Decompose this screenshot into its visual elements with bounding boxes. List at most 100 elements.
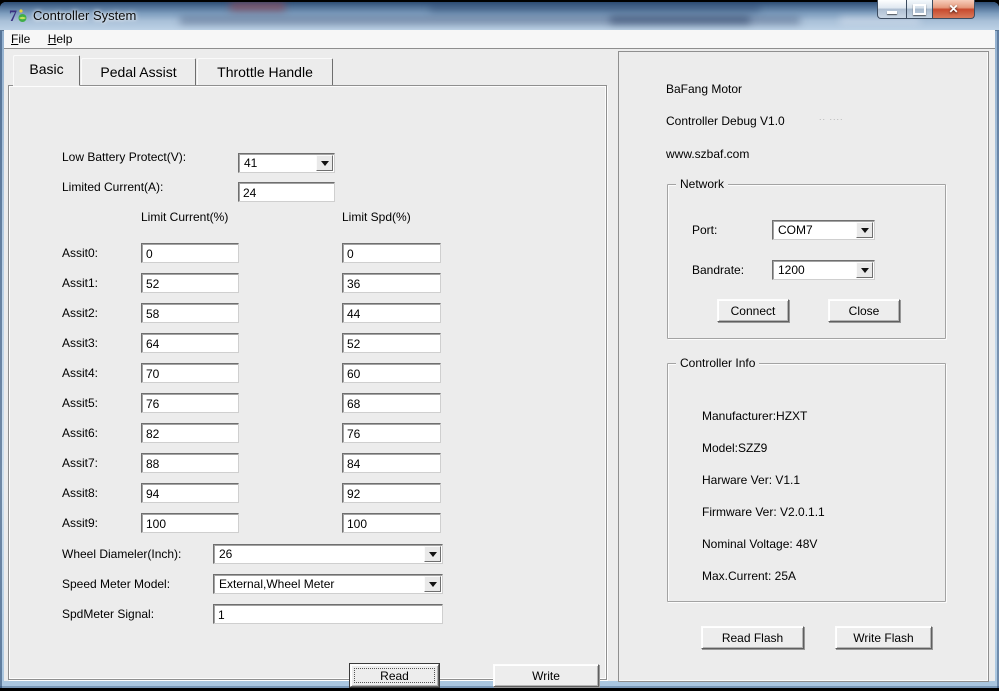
tab-pedal-assist[interactable]: Pedal Assist xyxy=(81,58,196,86)
assist-label: Assit5: xyxy=(62,396,99,410)
assist-row: Assit9: xyxy=(9,513,606,535)
assist-row: Assit7: xyxy=(9,453,606,475)
controller-info-group-title: Controller Info xyxy=(676,356,760,370)
assist7-current-input[interactable] xyxy=(141,453,239,473)
assist-label: Assit7: xyxy=(62,456,99,470)
assist6-current-input[interactable] xyxy=(141,423,239,443)
chevron-down-icon xyxy=(428,581,437,587)
assist-row: Assit5: xyxy=(9,393,606,415)
brand-line-debug-version: Controller Debug V1.0 xyxy=(666,114,785,128)
read-flash-button[interactable]: Read Flash xyxy=(701,626,804,649)
assist7-spd-input[interactable] xyxy=(342,453,441,473)
limit-spd-column-header: Limit Spd(%) xyxy=(342,210,411,224)
assist-row: Assit0: xyxy=(9,243,606,265)
bandrate-combobox[interactable]: 1200 xyxy=(772,260,875,280)
network-close-button[interactable]: Close xyxy=(828,299,900,322)
wheel-diameter-combobox[interactable]: 26 xyxy=(213,544,443,564)
low-battery-protect-combobox[interactable]: 41 xyxy=(238,153,335,173)
low-battery-protect-label: Low Battery Protect(V): xyxy=(62,150,187,164)
assist1-current-input[interactable] xyxy=(141,273,239,293)
controller-info-groupbox: Controller Info Manufacturer:HZXT Model:… xyxy=(667,356,946,602)
wheel-diameter-value: 26 xyxy=(219,547,233,561)
assist9-current-input[interactable] xyxy=(141,513,239,533)
assist-label: Assit4: xyxy=(62,366,99,380)
assist-label: Assit1: xyxy=(62,276,99,290)
port-value: COM7 xyxy=(778,223,813,237)
speed-meter-model-value: External,Wheel Meter xyxy=(219,577,335,591)
tab-basic[interactable]: Basic xyxy=(13,55,80,86)
assist6-spd-input[interactable] xyxy=(342,423,441,443)
assist-row: Assit1: xyxy=(9,273,606,295)
assist2-spd-input[interactable] xyxy=(342,303,441,323)
assist-row: Assit4: xyxy=(9,363,606,385)
limited-current-input[interactable] xyxy=(238,182,335,202)
assist0-current-input[interactable] xyxy=(141,243,239,263)
minimize-button[interactable] xyxy=(877,0,907,19)
assist-label: Assit8: xyxy=(62,486,99,500)
close-button[interactable]: ✕ xyxy=(932,0,975,19)
assist-label: Assit0: xyxy=(62,246,99,260)
bandrate-label: Bandrate: xyxy=(692,263,745,277)
low-battery-protect-value: 41 xyxy=(244,156,258,170)
info-max-current: Max.Current: 25A xyxy=(702,569,797,583)
write-flash-button[interactable]: Write Flash xyxy=(835,626,932,649)
assist8-current-input[interactable] xyxy=(141,483,239,503)
maximize-icon xyxy=(913,3,926,15)
caption-buttons: ✕ xyxy=(877,0,975,19)
assist1-spd-input[interactable] xyxy=(342,273,441,293)
assist-label: Assit6: xyxy=(62,426,99,440)
assist2-current-input[interactable] xyxy=(141,303,239,323)
bandrate-dropdown-button[interactable] xyxy=(856,262,873,278)
assist8-spd-input[interactable] xyxy=(342,483,441,503)
assist4-spd-input[interactable] xyxy=(342,363,441,383)
assist0-spd-input[interactable] xyxy=(342,243,441,263)
tab-throttle-handle[interactable]: Throttle Handle xyxy=(197,58,333,86)
assist4-current-input[interactable] xyxy=(141,363,239,383)
bandrate-value: 1200 xyxy=(778,263,805,277)
assist3-spd-input[interactable] xyxy=(342,333,441,353)
assist3-current-input[interactable] xyxy=(141,333,239,353)
menu-help[interactable]: Help xyxy=(41,30,80,48)
assist5-spd-input[interactable] xyxy=(342,393,441,413)
chevron-down-icon xyxy=(428,551,437,557)
assist5-current-input[interactable] xyxy=(141,393,239,413)
chevron-down-icon xyxy=(320,160,329,166)
close-icon: ✕ xyxy=(948,1,959,16)
svg-text:7: 7 xyxy=(9,8,17,24)
assist-row: Assit6: xyxy=(9,423,606,445)
assist-row: Assit3: xyxy=(9,333,606,355)
assist-label: Assit3: xyxy=(62,336,99,350)
speed-meter-dropdown-button[interactable] xyxy=(424,576,441,592)
titlebar-glass-artifacts xyxy=(0,2,999,30)
read-button[interactable]: Read xyxy=(350,664,439,687)
app-icon: 7 xyxy=(9,7,28,25)
info-firmware-version: Firmware Ver: V2.0.1.1 xyxy=(702,505,825,519)
speed-meter-model-combobox[interactable]: External,Wheel Meter xyxy=(213,574,443,594)
brand-line-website: www.szbaf.com xyxy=(666,147,750,161)
spdmeter-signal-input[interactable] xyxy=(213,604,443,624)
right-panel: BaFang Motor Controller Debug V1.0 .. ..… xyxy=(618,51,989,682)
assist-row: Assit2: xyxy=(9,303,606,325)
info-model: Model:SZZ9 xyxy=(702,441,768,455)
titlebar[interactable]: 7 Controller System xyxy=(0,2,999,31)
write-button[interactable]: Write xyxy=(493,664,599,687)
wheel-diameter-dropdown-button[interactable] xyxy=(424,546,441,562)
port-dropdown-button[interactable] xyxy=(856,222,873,238)
assist-row: Assit8: xyxy=(9,483,606,505)
maximize-button[interactable] xyxy=(907,0,932,19)
window-title: Controller System xyxy=(33,8,137,23)
low-battery-dropdown-button[interactable] xyxy=(316,155,333,171)
limited-current-label: Limited Current(A): xyxy=(62,180,164,194)
port-combobox[interactable]: COM7 xyxy=(772,220,875,240)
assist9-spd-input[interactable] xyxy=(342,513,441,533)
screen-artifact-text: .. .... xyxy=(819,112,844,122)
brand-line-bafang: BaFang Motor xyxy=(666,82,743,96)
minimize-icon xyxy=(887,10,897,14)
port-label: Port: xyxy=(692,223,718,237)
menu-file[interactable]: File xyxy=(4,30,37,48)
assist-label: Assit9: xyxy=(62,516,99,530)
connect-button[interactable]: Connect xyxy=(717,299,789,322)
chevron-down-icon xyxy=(860,227,869,233)
wheel-diameter-label: Wheel Diameler(Inch): xyxy=(62,547,182,561)
client-area: Basic Pedal Assist Throttle Handle Low B… xyxy=(4,49,995,687)
